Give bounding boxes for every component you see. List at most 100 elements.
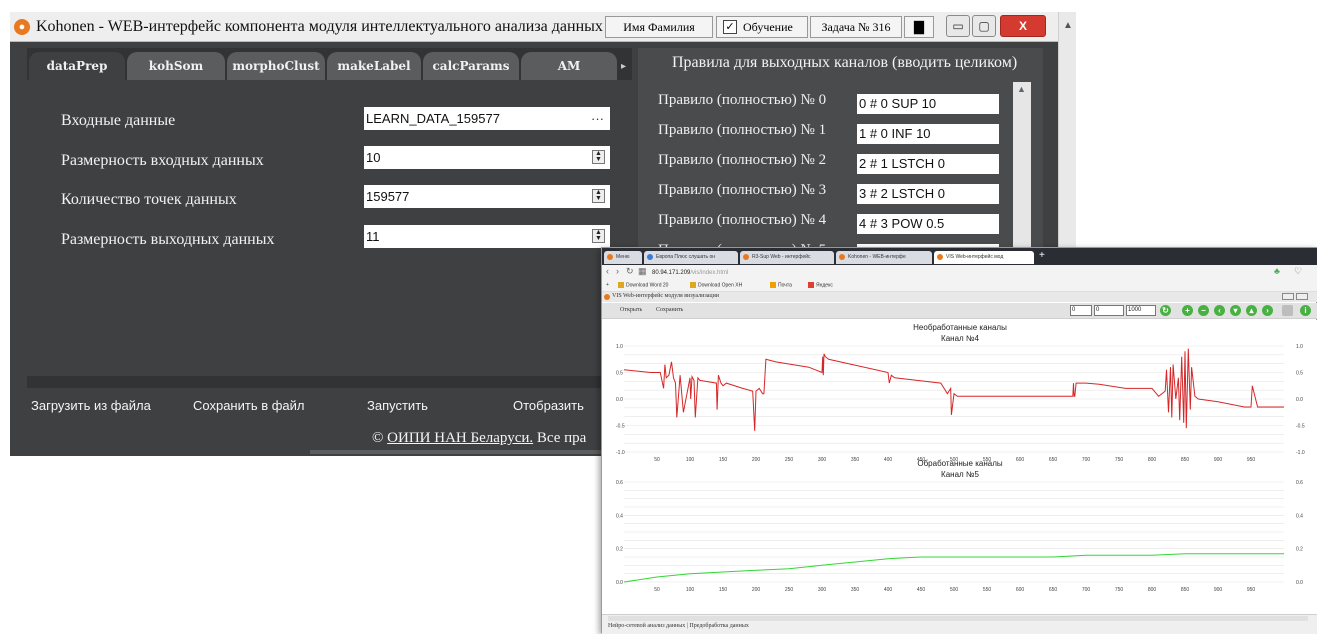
bookmark-yandex[interactable]: Яндекс [808, 282, 833, 288]
rule-label-2: Правило (полностью) № 2 [658, 152, 827, 168]
tab-morphoclust[interactable]: morphoClust [227, 52, 325, 80]
input-data-field[interactable]: LEARN_DATA_159577 ··· [364, 107, 610, 130]
chart-1-xtick: 950 [1247, 587, 1256, 593]
input-dimension-spinner-icon[interactable]: ▲ ▼ [592, 150, 605, 164]
org-link[interactable]: ОИПИ НАН Беларуси. [387, 430, 533, 446]
refresh-icon[interactable]: ↻ [1160, 305, 1171, 316]
range-count-input[interactable]: 1000 [1126, 305, 1156, 316]
point-count-field[interactable]: 159577 ▲ ▼ [364, 185, 610, 208]
browser-tab-r3sup[interactable]: R3-Sup Web - интерфейс [740, 251, 834, 264]
address-bar: ‹ › ↻ ▦ 80.94.171.209/vis/index.html ♣ ♡ [602, 265, 1317, 280]
rule-input-3[interactable]: 3 # 2 LSTCH 0 [857, 184, 999, 204]
footer-divider [310, 450, 610, 454]
browser-tab-menu[interactable]: Меню [604, 251, 642, 264]
settings-icon[interactable] [1282, 305, 1293, 316]
tab-dataprep[interactable]: dataPrep [29, 52, 125, 80]
rule-label-0: Правило (полностью) № 0 [658, 92, 827, 108]
vis-app-titlebar: VIS Web-интерфейс модуля визуализации [602, 292, 1317, 302]
arrow-right-icon[interactable]: › [1262, 305, 1273, 316]
browser-tab-vis[interactable]: VIS Web-интерфейс мод [934, 251, 1034, 264]
speed-dial-icon[interactable]: ▦ [638, 266, 647, 277]
open-menu[interactable]: Открыть [620, 307, 642, 313]
bookmark-icon [618, 282, 624, 288]
zoom-out-icon[interactable]: − [1198, 305, 1209, 316]
input-dimension-field[interactable]: 10 ▲ ▼ [364, 146, 610, 169]
rule-input-1[interactable]: 1 # 0 INF 10 [857, 124, 999, 144]
show-button[interactable]: Отобразить [513, 398, 584, 413]
output-dimension-spinner-icon[interactable]: ▲ ▼ [592, 229, 605, 243]
chart-1-ytick-left: 0.0 [616, 580, 623, 586]
vis-minimize-button[interactable] [1282, 293, 1294, 300]
range-offset-input[interactable]: 0 [1094, 305, 1124, 316]
save-file-icon[interactable]: ▇ [904, 16, 934, 38]
range-start-input[interactable]: 0 [1070, 305, 1092, 316]
training-checkbox[interactable]: ✓ [723, 20, 737, 34]
new-tab-icon[interactable]: + [1039, 250, 1045, 261]
rule-input-4[interactable]: 4 # 3 POW 0.5 [857, 214, 999, 234]
bookmarks-add-icon[interactable]: + [606, 282, 609, 288]
chart-0-xtick: 200 [752, 457, 761, 463]
tab-calcparams[interactable]: calcParams [423, 52, 519, 80]
bookmark-word[interactable]: Download Word 20 [618, 282, 668, 288]
tab-scroll-right-icon[interactable]: ▸ [621, 61, 626, 72]
rule-input-2[interactable]: 2 # 1 LSTCH 0 [857, 154, 999, 174]
chart-1-xtick: 100 [686, 587, 695, 593]
chart-1-xtick: 300 [818, 587, 827, 593]
chart-1-subtitle: Канал №5 [941, 470, 979, 479]
tab-am[interactable]: AM [521, 52, 617, 80]
bookmark-openxml[interactable]: Download Open XH [690, 282, 742, 288]
browser-tab-label: Меню [616, 254, 630, 260]
tab-kohsom[interactable]: kohSom [127, 52, 225, 80]
forward-icon[interactable]: › [616, 266, 619, 276]
save-menu[interactable]: Сохранить [656, 307, 683, 313]
arrow-down-icon[interactable]: ▾ [1230, 305, 1241, 316]
radio-icon [647, 254, 653, 260]
back-icon[interactable]: ‹ [606, 266, 609, 276]
task-number[interactable]: Задача № 316 [810, 16, 902, 38]
tab-bar: dataPrep kohSom morphoClust makeLabel ca… [29, 52, 629, 80]
chart-0-ytick-left: 0.5 [616, 371, 623, 377]
load-from-file-button[interactable]: Загрузить из файла [31, 398, 151, 413]
mail-icon [770, 282, 776, 288]
close-button[interactable]: X [1000, 15, 1046, 37]
minimize-button[interactable]: ▭ [946, 15, 970, 37]
save-to-file-button[interactable]: Сохранить в файл [193, 398, 305, 413]
status-text: Нейро-сетевой анализ данных | Предобрабо… [608, 623, 749, 629]
output-dimension-field[interactable]: 11 ▲ ▼ [364, 225, 610, 248]
output-dimension-label: Размерность выходных данных [61, 231, 275, 248]
rule-input-0[interactable]: 0 # 0 SUP 10 [857, 94, 999, 114]
info-icon[interactable]: i [1300, 305, 1311, 316]
chart-1-ytick-right: 0.6 [1296, 480, 1303, 486]
bookmark-label: Яндекс [816, 282, 833, 289]
extension-icon[interactable]: ♣ [1274, 266, 1280, 276]
bookmark-mail[interactable]: Почта [770, 282, 792, 288]
maximize-button[interactable]: ▢ [972, 15, 996, 37]
browser-tab-label: R3-Sup Web - интерфейс [752, 254, 811, 260]
bookmark-icon [690, 282, 696, 288]
training-toggle[interactable]: ✓ Обучение [716, 16, 808, 38]
charts-horizontal-scrollbar[interactable] [608, 616, 1308, 621]
point-count-value: 159577 [366, 189, 410, 204]
browse-button[interactable]: ··· [591, 107, 604, 130]
point-count-spinner-icon[interactable]: ▲ ▼ [592, 189, 605, 203]
tab-makelabel[interactable]: makeLabel [327, 52, 421, 80]
vis-maximize-button[interactable] [1296, 293, 1308, 300]
rule-label-3: Правило (полностью) № 3 [658, 182, 827, 198]
arrow-up-icon[interactable]: ▴ [1246, 305, 1257, 316]
browser-tab-radio[interactable]: Европа Плюс слушать он [644, 251, 738, 264]
arrow-left-icon[interactable]: ‹ [1214, 305, 1225, 316]
user-name-button[interactable]: Имя Фамилия [605, 16, 713, 38]
browser-tab-label: VIS Web-интерфейс мод [946, 254, 1004, 260]
heart-icon[interactable]: ♡ [1294, 266, 1302, 277]
output-dimension-value: 11 [366, 229, 380, 244]
url-field[interactable]: 80.94.171.209/vis/index.html [652, 268, 1192, 278]
browser-tab-kohonen[interactable]: Kohonen - WEB-интерфе [836, 251, 932, 264]
copyright-suffix: Все пра [533, 430, 587, 446]
zoom-in-icon[interactable]: + [1182, 305, 1193, 316]
rules-scroll-up-icon[interactable]: ▲ [1017, 84, 1026, 94]
scroll-up-icon[interactable]: ▲ [1063, 20, 1073, 31]
reload-icon[interactable]: ↻ [626, 266, 634, 277]
run-button[interactable]: Запустить [367, 398, 428, 413]
rules-scrollbar[interactable]: ▲ [1013, 82, 1031, 252]
params-panel: dataPrep kohSom morphoClust makeLabel ca… [27, 48, 632, 426]
